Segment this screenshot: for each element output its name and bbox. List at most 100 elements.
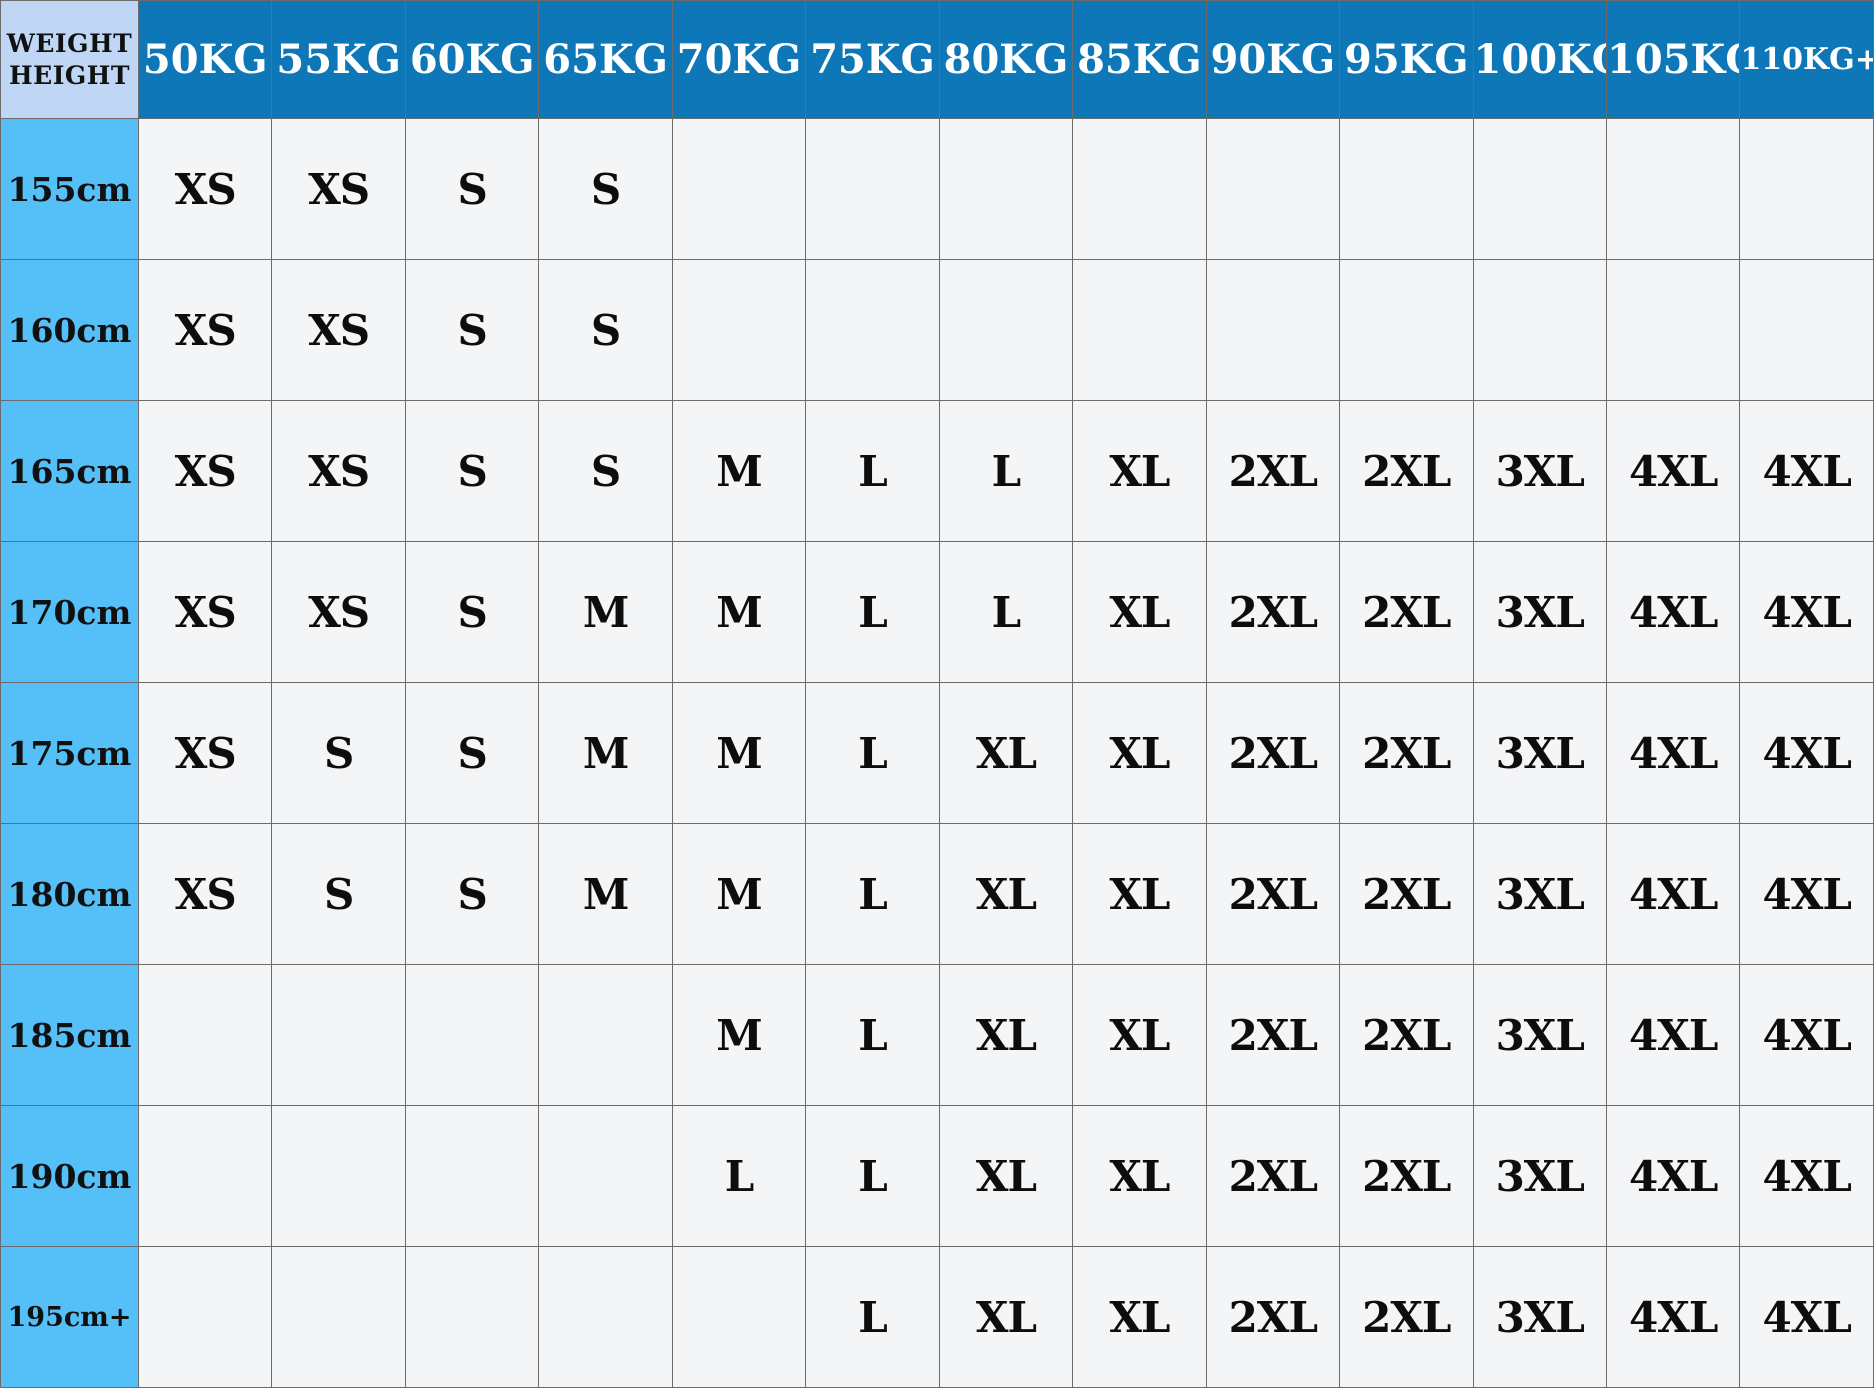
size-cell-185cm-70kg: M <box>671 964 807 1106</box>
size-cell-185cm-105kg: 4XL <box>1605 964 1741 1106</box>
size-cell-155cm-80kg <box>938 118 1074 260</box>
size-cell-185cm-100kg: 3XL <box>1472 964 1607 1106</box>
size-cell-170cm-70kg: M <box>671 541 807 683</box>
corner-label-weight: WEIGHT <box>6 29 133 59</box>
size-cell-175cm-100kg: 3XL <box>1472 682 1607 824</box>
size-cell-155cm-90kg <box>1205 118 1341 260</box>
size-cell-155cm-50kg: XS <box>137 118 273 260</box>
size-cell-180cm-85kg: XL <box>1072 823 1207 965</box>
size-cell-160cm-55kg: XS <box>271 259 406 401</box>
size-cell-155cm-55kg: XS <box>271 118 406 260</box>
column-header-50kg: 50KG <box>137 0 273 119</box>
size-cell-185cm-60kg <box>404 964 540 1106</box>
row-header-180cm: 180cm <box>0 823 139 965</box>
size-cell-185cm-85kg: XL <box>1072 964 1207 1106</box>
size-cell-155cm-110kg-plus <box>1739 118 1874 260</box>
size-cell-160cm-75kg <box>805 259 940 401</box>
size-cell-175cm-110kg-plus: 4XL <box>1739 682 1874 824</box>
size-cell-160cm-110kg-plus <box>1739 259 1874 401</box>
size-cell-155cm-70kg <box>671 118 807 260</box>
row-header-190cm: 190cm <box>0 1105 139 1247</box>
size-cell-175cm-95kg: 2XL <box>1339 682 1474 824</box>
size-cell-170cm-55kg: XS <box>271 541 406 683</box>
size-cell-195cm-plus-85kg: XL <box>1072 1246 1207 1388</box>
row-header-165cm: 165cm <box>0 400 139 542</box>
size-cell-190cm-55kg <box>271 1105 406 1247</box>
size-cell-190cm-90kg: 2XL <box>1205 1105 1341 1247</box>
size-cell-165cm-75kg: L <box>805 400 940 542</box>
size-cell-195cm-plus-70kg <box>671 1246 807 1388</box>
size-cell-155cm-85kg <box>1072 118 1207 260</box>
column-header-95kg: 95KG <box>1339 0 1474 119</box>
size-cell-185cm-95kg: 2XL <box>1339 964 1474 1106</box>
header-row: WEIGHT HEIGHT 50KG 55KG 60KG 65KG 70KG 7… <box>0 0 1874 119</box>
corner-label-height: HEIGHT <box>9 60 130 90</box>
size-cell-165cm-105kg: 4XL <box>1605 400 1741 542</box>
size-cell-165cm-100kg: 3XL <box>1472 400 1607 542</box>
size-cell-195cm-plus-65kg <box>538 1246 673 1388</box>
size-cell-195cm-plus-110kg-plus: 4XL <box>1739 1246 1874 1388</box>
row-header-160cm: 160cm <box>0 259 139 401</box>
size-cell-175cm-85kg: XL <box>1072 682 1207 824</box>
table-body: 155cm XS XS S S 160cm XS XS S S 165cm XS XS S S M L L XL 2X… <box>0 118 1874 1388</box>
size-cell-190cm-75kg: L <box>805 1105 940 1247</box>
size-cell-185cm-65kg <box>538 964 673 1106</box>
row-header-185cm: 185cm <box>0 964 139 1106</box>
size-cell-175cm-105kg: 4XL <box>1605 682 1741 824</box>
size-cell-175cm-80kg: XL <box>938 682 1074 824</box>
size-cell-195cm-plus-55kg <box>271 1246 406 1388</box>
size-cell-165cm-80kg: L <box>938 400 1074 542</box>
column-header-65kg: 65KG <box>538 0 673 119</box>
column-header-55kg: 55KG <box>271 0 406 119</box>
size-cell-180cm-90kg: 2XL <box>1205 823 1341 965</box>
row-header-155cm: 155cm <box>0 118 139 260</box>
size-cell-165cm-110kg-plus: 4XL <box>1739 400 1874 542</box>
size-cell-195cm-plus-100kg: 3XL <box>1472 1246 1607 1388</box>
column-header-70kg: 70KG <box>671 0 807 119</box>
corner-header-weight-height: WEIGHT HEIGHT <box>0 0 139 119</box>
table-row: 175cm XS S S M M L XL XL 2XL 2XL 3XL 4XL 4XL <box>0 682 1874 824</box>
size-cell-185cm-50kg <box>137 964 273 1106</box>
size-cell-180cm-100kg: 3XL <box>1472 823 1607 965</box>
size-cell-170cm-85kg: XL <box>1072 541 1207 683</box>
size-cell-160cm-95kg <box>1339 259 1474 401</box>
size-cell-195cm-plus-95kg: 2XL <box>1339 1246 1474 1388</box>
size-cell-180cm-70kg: M <box>671 823 807 965</box>
size-cell-170cm-100kg: 3XL <box>1472 541 1607 683</box>
table-row: 185cm M L XL XL 2XL 2XL 3XL 4XL 4XL <box>0 964 1874 1106</box>
size-cell-180cm-105kg: 4XL <box>1605 823 1741 965</box>
size-cell-165cm-95kg: 2XL <box>1339 400 1474 542</box>
size-cell-190cm-65kg <box>538 1105 673 1247</box>
size-cell-190cm-80kg: XL <box>938 1105 1074 1247</box>
column-header-90kg: 90KG <box>1205 0 1341 119</box>
size-cell-195cm-plus-50kg <box>137 1246 273 1388</box>
column-header-100kg: 100KG <box>1472 0 1607 119</box>
size-cell-170cm-60kg: S <box>404 541 540 683</box>
size-cell-175cm-75kg: L <box>805 682 940 824</box>
size-chart-table: WEIGHT HEIGHT 50KG 55KG 60KG 65KG 70KG 7… <box>0 0 1874 1388</box>
column-header-110kg-plus: 110KG+ <box>1739 0 1874 119</box>
size-cell-195cm-plus-60kg <box>404 1246 540 1388</box>
column-header-80kg: 80KG <box>938 0 1074 119</box>
table-row: 180cm XS S S M M L XL XL 2XL 2XL 3XL 4XL 4XL <box>0 823 1874 965</box>
size-cell-155cm-65kg: S <box>538 118 673 260</box>
table-row: 155cm XS XS S S <box>0 118 1874 260</box>
size-cell-170cm-90kg: 2XL <box>1205 541 1341 683</box>
row-header-170cm: 170cm <box>0 541 139 683</box>
size-cell-195cm-plus-90kg: 2XL <box>1205 1246 1341 1388</box>
size-cell-185cm-75kg: L <box>805 964 940 1106</box>
size-cell-155cm-60kg: S <box>404 118 540 260</box>
row-header-195cm-plus: 195cm+ <box>0 1246 139 1388</box>
size-cell-170cm-110kg-plus: 4XL <box>1739 541 1874 683</box>
row-header-175cm: 175cm <box>0 682 139 824</box>
size-cell-175cm-90kg: 2XL <box>1205 682 1341 824</box>
size-cell-165cm-55kg: XS <box>271 400 406 542</box>
size-cell-165cm-60kg: S <box>404 400 540 542</box>
size-cell-155cm-100kg <box>1472 118 1607 260</box>
size-cell-155cm-75kg <box>805 118 940 260</box>
size-cell-190cm-105kg: 4XL <box>1605 1105 1741 1247</box>
size-cell-185cm-90kg: 2XL <box>1205 964 1341 1106</box>
size-cell-185cm-110kg-plus: 4XL <box>1739 964 1874 1106</box>
size-cell-195cm-plus-105kg: 4XL <box>1605 1246 1741 1388</box>
size-cell-160cm-105kg <box>1605 259 1741 401</box>
